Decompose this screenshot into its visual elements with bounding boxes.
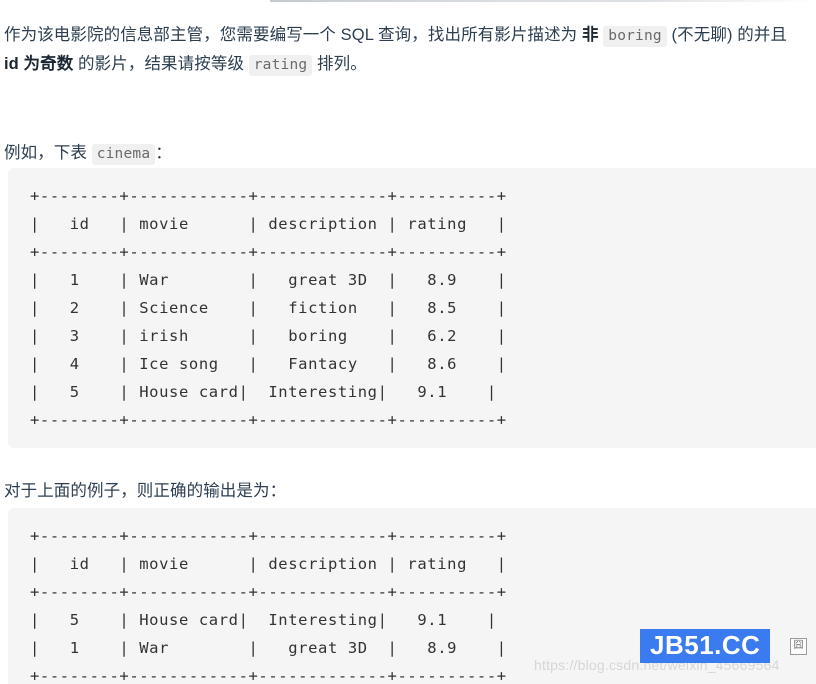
example-label-prefix: 例如，下表 bbox=[4, 143, 87, 162]
example-table-label: 例如，下表 cinema： bbox=[0, 139, 176, 168]
problem-statement-part-1: 作为该电影院的信息部主管，您需要编写一个 SQL 查询，找出所有影片描述为 bbox=[4, 25, 578, 44]
problem-statement-part-3: 的影片，结果请按等级 bbox=[78, 54, 245, 73]
example-label-suffix: ： bbox=[155, 143, 172, 162]
problem-emphasis-odd-id: id 为奇数 bbox=[4, 54, 74, 73]
article-page: 作为该电影院的信息部主管，您需要编写一个 SQL 查询，找出所有影片描述为 非 … bbox=[0, 0, 816, 684]
top-edge-divider bbox=[270, 0, 816, 2]
inline-code-cinema: cinema bbox=[91, 143, 156, 165]
problem-emphasis-not: 非 bbox=[581, 25, 599, 44]
jb51-logo-mark-icon: 囧 bbox=[790, 638, 807, 655]
input-table-ascii: +--------+------------+-------------+---… bbox=[30, 187, 507, 429]
output-label: 对于上面的例子，则正确的输出是为： bbox=[4, 481, 287, 500]
input-table-codeblock: +--------+------------+-------------+---… bbox=[8, 168, 816, 448]
problem-statement-part-4: 排列。 bbox=[317, 54, 367, 73]
problem-statement-part-2: (不无聊) 的并且 bbox=[671, 25, 788, 44]
inline-code-rating: rating bbox=[248, 54, 313, 76]
inline-code-boring: boring bbox=[603, 25, 667, 47]
jb51-logo-badge: JB51.CC bbox=[640, 629, 771, 663]
problem-statement: 作为该电影院的信息部主管，您需要编写一个 SQL 查询，找出所有影片描述为 非 … bbox=[0, 21, 816, 79]
